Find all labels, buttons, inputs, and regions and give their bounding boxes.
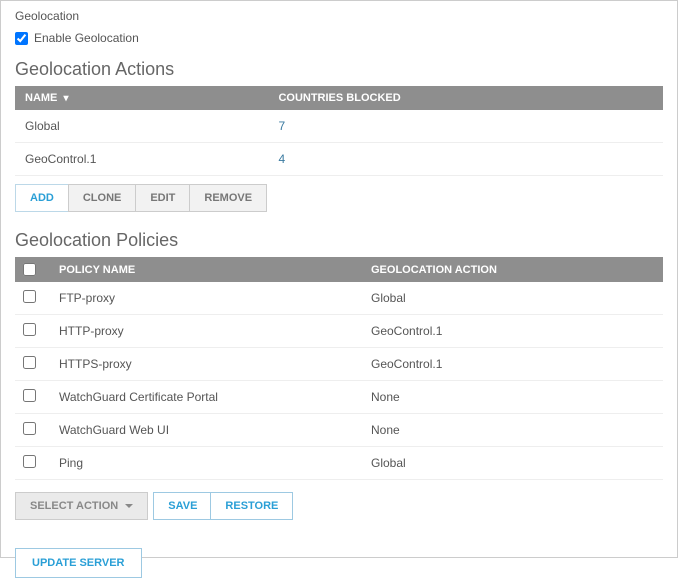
table-row[interactable]: WatchGuard Certificate PortalNone [15, 381, 663, 414]
policy-action-cell: Global [363, 282, 663, 315]
table-row[interactable]: HTTPS-proxyGeoControl.1 [15, 348, 663, 381]
edit-button[interactable]: EDIT [135, 184, 190, 212]
table-row[interactable]: GeoControl.14 [15, 143, 663, 176]
policies-scroll-area[interactable]: FTP-proxyGlobalHTTP-proxyGeoControl.1HTT… [15, 282, 663, 482]
policy-action-cell: GeoControl.1 [363, 315, 663, 348]
actions-col-blocked[interactable]: Countries Blocked [268, 86, 663, 110]
actions-button-group: ADD CLONE EDIT REMOVE [15, 184, 663, 212]
enable-geolocation-checkbox[interactable] [15, 32, 28, 45]
sort-icon: ▾ [63, 93, 68, 104]
policies-col-name[interactable]: Policy Name [51, 257, 363, 282]
policy-name-cell: HTTPS-proxy [51, 348, 363, 381]
policy-name-cell: FTP-proxy [51, 282, 363, 315]
geolocation-actions-table: Name ▾ Countries Blocked Global7GeoContr… [15, 86, 663, 176]
add-button[interactable]: ADD [15, 184, 69, 212]
geolocation-policies-table: Policy Name Geolocation Action FTP-proxy… [15, 257, 663, 482]
countries-blocked-cell[interactable]: 7 [268, 110, 663, 143]
action-name-cell: GeoControl.1 [15, 143, 268, 176]
clone-button[interactable]: CLONE [68, 184, 137, 212]
enable-geolocation-label: Enable Geolocation [34, 31, 139, 45]
select-action-label: SELECT ACTION [30, 500, 118, 512]
row-checkbox-cell [15, 282, 51, 315]
table-row[interactable]: WatchGuard Web UINone [15, 414, 663, 447]
select-action-dropdown[interactable]: SELECT ACTION [15, 492, 148, 520]
chevron-down-icon [125, 504, 133, 508]
action-name-cell: Global [15, 110, 268, 143]
table-row[interactable]: DNSGlobal [15, 480, 663, 483]
row-checkbox-cell [15, 315, 51, 348]
row-checkbox[interactable] [23, 455, 36, 468]
policy-name-cell: WatchGuard Web UI [51, 414, 363, 447]
policy-name-cell: Ping [51, 447, 363, 480]
table-row[interactable]: Global7 [15, 110, 663, 143]
row-checkbox[interactable] [23, 356, 36, 369]
table-row[interactable]: HTTP-proxyGeoControl.1 [15, 315, 663, 348]
remove-button[interactable]: REMOVE [189, 184, 267, 212]
countries-blocked-cell[interactable]: 4 [268, 143, 663, 176]
actions-col-name[interactable]: Name ▾ [15, 86, 268, 110]
table-row[interactable]: PingGlobal [15, 447, 663, 480]
table-row[interactable]: FTP-proxyGlobal [15, 282, 663, 315]
policies-col-checkbox [15, 257, 51, 282]
policy-action-cell: Global [363, 447, 663, 480]
policy-action-cell: GeoControl.1 [363, 348, 663, 381]
row-checkbox[interactable] [23, 389, 36, 402]
row-checkbox-cell [15, 447, 51, 480]
policy-name-cell: DNS [51, 480, 363, 483]
actions-col-name-label: Name [25, 92, 57, 104]
row-checkbox-cell [15, 414, 51, 447]
row-checkbox-cell [15, 348, 51, 381]
policy-action-cell: None [363, 381, 663, 414]
geolocation-policies-heading: Geolocation Policies [15, 230, 663, 251]
page-title: Geolocation [15, 9, 663, 23]
row-checkbox-cell [15, 381, 51, 414]
row-checkbox[interactable] [23, 323, 36, 336]
policy-name-cell: WatchGuard Certificate Portal [51, 381, 363, 414]
policies-col-action[interactable]: Geolocation Action [363, 257, 663, 282]
geolocation-actions-heading: Geolocation Actions [15, 59, 663, 80]
restore-button[interactable]: RESTORE [210, 492, 293, 520]
row-checkbox-cell [15, 480, 51, 483]
save-button[interactable]: SAVE [153, 492, 212, 520]
row-checkbox[interactable] [23, 290, 36, 303]
policy-name-cell: HTTP-proxy [51, 315, 363, 348]
select-all-checkbox[interactable] [23, 263, 36, 276]
policy-action-cell: Global [363, 480, 663, 483]
update-server-button[interactable]: UPDATE SERVER [15, 548, 142, 578]
policy-action-cell: None [363, 414, 663, 447]
policies-button-row: SELECT ACTION SAVE RESTORE [15, 492, 663, 520]
row-checkbox[interactable] [23, 422, 36, 435]
